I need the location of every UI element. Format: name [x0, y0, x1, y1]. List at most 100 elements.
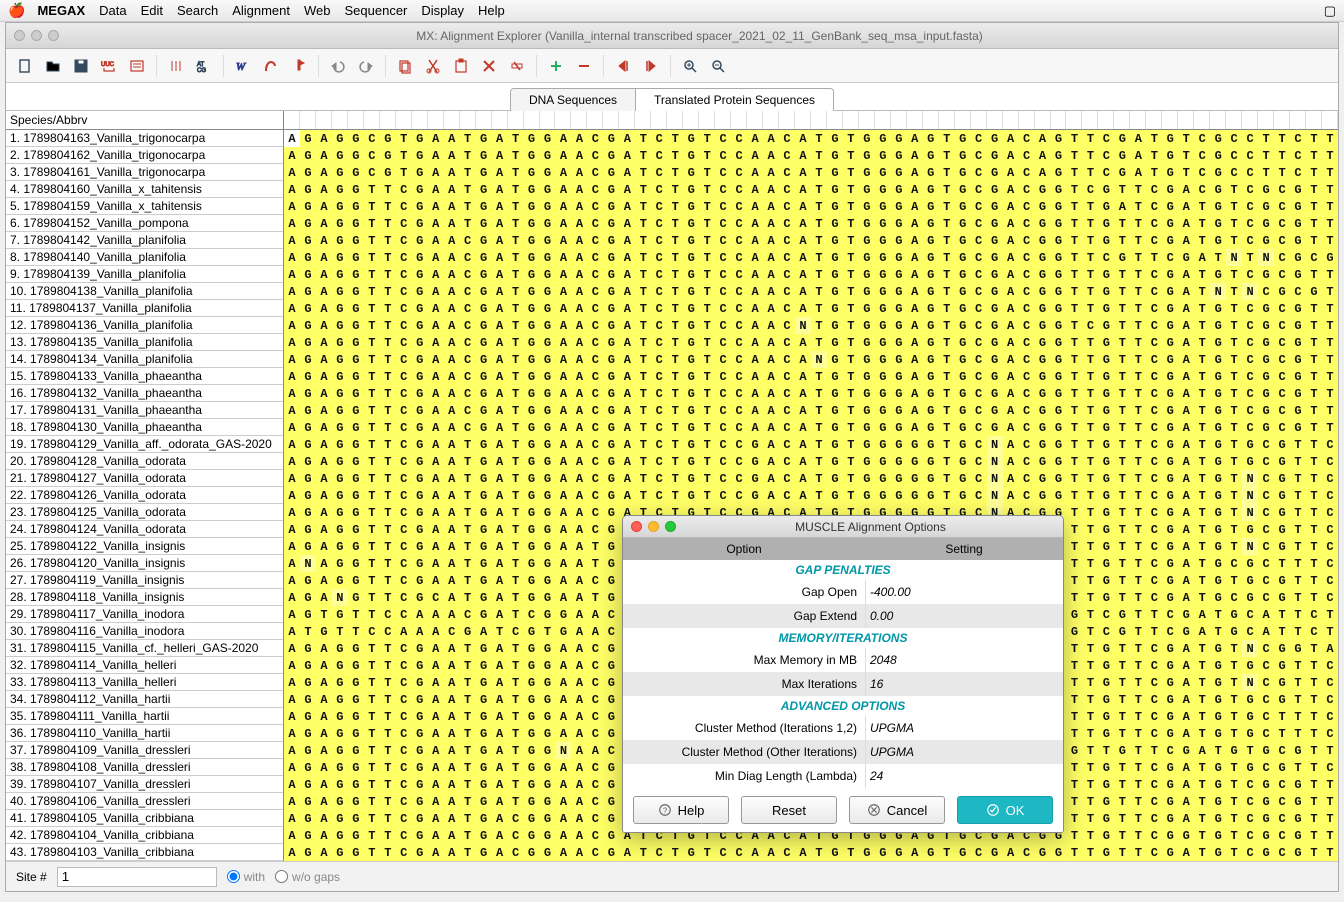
dialog-close-icon[interactable] — [631, 521, 642, 532]
sequence-row[interactable]: AGAGGCGTGAATGATGGAACGATCTGTCCAACATGTGGGA… — [284, 147, 1338, 164]
species-header[interactable]: Species/Abbrv — [6, 111, 283, 130]
menu-data[interactable]: Data — [99, 3, 126, 18]
find-prev-button[interactable] — [610, 53, 636, 79]
sequence-row[interactable]: AGAGGTTCGAATGATGGAACGATCTGTCCGACATGTGGGG… — [284, 436, 1338, 453]
tab-translated-protein[interactable]: Translated Protein Sequences — [636, 89, 833, 111]
species-row[interactable]: 34. 1789804112_Vanilla_hartii — [6, 691, 283, 708]
ok-button[interactable]: OK — [957, 796, 1053, 824]
maximize-icon[interactable] — [48, 30, 59, 41]
species-row[interactable]: 42. 1789804104_Vanilla_cribbiana — [6, 827, 283, 844]
zoom-out-button[interactable] — [705, 53, 731, 79]
sequence-row[interactable]: AGAGGCGTGAATGATGGAACGATCTGTCCAACATGTGGGA… — [284, 130, 1338, 147]
species-row[interactable]: 20. 1789804128_Vanilla_odorata — [6, 453, 283, 470]
sequence-row[interactable]: AGAGGTTCGAACGATGGAACGATCTGTCCAACATGTGGGA… — [284, 249, 1338, 266]
species-row[interactable]: 1. 1789804163_Vanilla_trigonocarpa — [6, 130, 283, 147]
menu-display[interactable]: Display — [421, 3, 464, 18]
sequence-row[interactable]: AGAGGTTCGAACGATGGAACGATCTGTCCAACATGTGGGA… — [284, 368, 1338, 385]
species-row[interactable]: 6. 1789804152_Vanilla_pompona — [6, 215, 283, 232]
menu-search[interactable]: Search — [177, 3, 218, 18]
species-row[interactable]: 43. 1789804103_Vanilla_cribbiana — [6, 844, 283, 861]
species-row[interactable]: 12. 1789804136_Vanilla_planifolia — [6, 317, 283, 334]
cancel-button[interactable]: Cancel — [849, 796, 945, 824]
sequence-row[interactable]: AGAGGTTCGAACGATGGAACGATCTGTCCAACANGTGGGA… — [284, 351, 1338, 368]
sequence-row[interactable]: AGAGGTTCGAACGATGGAACGATCTGTCCAACATGTGGGA… — [284, 232, 1338, 249]
species-row[interactable]: 23. 1789804125_Vanilla_odorata — [6, 504, 283, 521]
species-row[interactable]: 15. 1789804133_Vanilla_phaeantha — [6, 368, 283, 385]
apple-icon[interactable]: 🍎 — [8, 2, 25, 19]
menu-help[interactable]: Help — [478, 3, 505, 18]
minimize-icon[interactable] — [31, 30, 42, 41]
dialog-minimize-icon[interactable] — [648, 521, 659, 532]
species-row[interactable]: 30. 1789804116_Vanilla_inodora — [6, 623, 283, 640]
delete-gaps-button[interactable] — [504, 53, 530, 79]
species-row[interactable]: 26. 1789804120_Vanilla_insignis — [6, 555, 283, 572]
species-row[interactable]: 29. 1789804117_Vanilla_inodora — [6, 606, 283, 623]
sequence-row[interactable]: AGAGGTTCGAACGATGGAACGATCTGTCCAACATGTGGGA… — [284, 334, 1338, 351]
mark-site-button[interactable] — [286, 53, 312, 79]
find-next-button[interactable] — [638, 53, 664, 79]
sequence-row[interactable]: AGAGGTTCGAATGATGGAACGATCTGTCCAACATGTGGGA… — [284, 215, 1338, 232]
species-row[interactable]: 35. 1789804111_Vanilla_hartii — [6, 708, 283, 725]
species-row[interactable]: 17. 1789804131_Vanilla_phaeantha — [6, 402, 283, 419]
species-row[interactable]: 21. 1789804127_Vanilla_odorata — [6, 470, 283, 487]
sequence-row[interactable]: AGAGGTTCGAACGATGGAACGATCTGTCCAACATGTGGGA… — [284, 283, 1338, 300]
species-row[interactable]: 13. 1789804135_Vanilla_planifolia — [6, 334, 283, 351]
species-row[interactable]: 24. 1789804124_Vanilla_odorata — [6, 521, 283, 538]
site-number-input[interactable] — [57, 867, 217, 887]
open-folder-button[interactable] — [40, 53, 66, 79]
dialog-maximize-icon[interactable] — [665, 521, 676, 532]
delete-button[interactable] — [476, 53, 502, 79]
muscle-align-button[interactable]: W — [230, 53, 256, 79]
species-row[interactable]: 31. 1789804115_Vanilla_cf._helleri_GAS-2… — [6, 640, 283, 657]
help-button[interactable]: ?Help — [633, 796, 729, 824]
sequence-row[interactable]: AGAGGTTCGAATGATGGAACGATCTGTCCGACATGTGGGG… — [284, 487, 1338, 504]
species-row[interactable]: 11. 1789804137_Vanilla_planifolia — [6, 300, 283, 317]
species-row[interactable]: 22. 1789804126_Vanilla_odorata — [6, 487, 283, 504]
menu-edit[interactable]: Edit — [141, 3, 163, 18]
with-gaps-radio[interactable]: with — [227, 870, 265, 884]
cluster2-value[interactable]: UPGMA — [865, 740, 1063, 764]
sequence-row[interactable]: AGAGGTTCGAACGATGGAACGATCTGTCCAACATGTGGGA… — [284, 419, 1338, 436]
battery-icon[interactable]: ▢ — [1324, 3, 1336, 19]
species-row[interactable]: 8. 1789804140_Vanilla_planifolia — [6, 249, 283, 266]
new-file-button[interactable] — [12, 53, 38, 79]
remove-sequence-button[interactable] — [571, 53, 597, 79]
species-row[interactable]: 40. 1789804106_Vanilla_dressleri — [6, 793, 283, 810]
add-sequence-button[interactable] — [543, 53, 569, 79]
redo-button[interactable] — [353, 53, 379, 79]
cut-button[interactable] — [420, 53, 446, 79]
gap-extend-value[interactable]: 0.00 — [865, 604, 1063, 628]
species-row[interactable]: 2. 1789804162_Vanilla_trigonocarpa — [6, 147, 283, 164]
sequence-row[interactable]: AGAGGCGTGAATGATGGAACGATCTGTCCAACATGTGGGA… — [284, 164, 1338, 181]
gap-open-value[interactable]: -400.00 — [865, 580, 1063, 604]
lambda-value[interactable]: 24 — [865, 764, 1063, 788]
cluster1-value[interactable]: UPGMA — [865, 716, 1063, 740]
zoom-in-button[interactable] — [677, 53, 703, 79]
sequence-row[interactable]: AGAGGTTCGAACGATGGAACGATCTGTCCAACATGTGGGA… — [284, 385, 1338, 402]
species-row[interactable]: 32. 1789804114_Vanilla_helleri — [6, 657, 283, 674]
copy-button[interactable] — [392, 53, 418, 79]
sequence-row[interactable]: AGAGGTTCGAATGACGGAACGATCTGTCCAACATGTGGGA… — [284, 844, 1338, 861]
species-row[interactable]: 27. 1789804119_Vanilla_insignis — [6, 572, 283, 589]
undo-button[interactable] — [325, 53, 351, 79]
sequence-row[interactable]: AGAGGTTCGAACGATGGAACGATCTGTCCAACATGTGGGA… — [284, 402, 1338, 419]
species-row[interactable]: 14. 1789804134_Vanilla_planifolia — [6, 351, 283, 368]
clustal-align-button[interactable] — [258, 53, 284, 79]
species-row[interactable]: 37. 1789804109_Vanilla_dressleri — [6, 742, 283, 759]
species-row[interactable]: 7. 1789804142_Vanilla_planifolia — [6, 232, 283, 249]
maxit-value[interactable]: 16 — [865, 672, 1063, 696]
sequence-row[interactable]: AGAGGTTCGAATGATGGAACGATCTGTCCGACATGTGGGG… — [284, 470, 1338, 487]
species-row[interactable]: 19. 1789804129_Vanilla_aff._odorata_GAS-… — [6, 436, 283, 453]
app-name[interactable]: MEGAX — [37, 3, 85, 18]
species-row[interactable]: 18. 1789804130_Vanilla_phaeantha — [6, 419, 283, 436]
sequence-row[interactable]: AGAGGTTCGAACGATGGAACGATCTGTCCAACATGTGGGA… — [284, 300, 1338, 317]
species-row[interactable]: 39. 1789804107_Vanilla_dressleri — [6, 776, 283, 793]
sequence-row[interactable]: AGAGGTTCGAATGATGGAACGATCTGTCCAACATGTGGGA… — [284, 198, 1338, 215]
species-row[interactable]: 4. 1789804160_Vanilla_x_tahitensis — [6, 181, 283, 198]
sequence-row[interactable]: AGAGGTTCGAATGATGGAACGATCTGTCCAACATGTGGGA… — [284, 181, 1338, 198]
codon-button[interactable]: ATCG — [191, 53, 217, 79]
caption-button[interactable] — [124, 53, 150, 79]
without-gaps-radio[interactable]: w/o gaps — [275, 870, 340, 884]
species-row[interactable]: 25. 1789804122_Vanilla_insignis — [6, 538, 283, 555]
species-row[interactable]: 38. 1789804108_Vanilla_dressleri — [6, 759, 283, 776]
